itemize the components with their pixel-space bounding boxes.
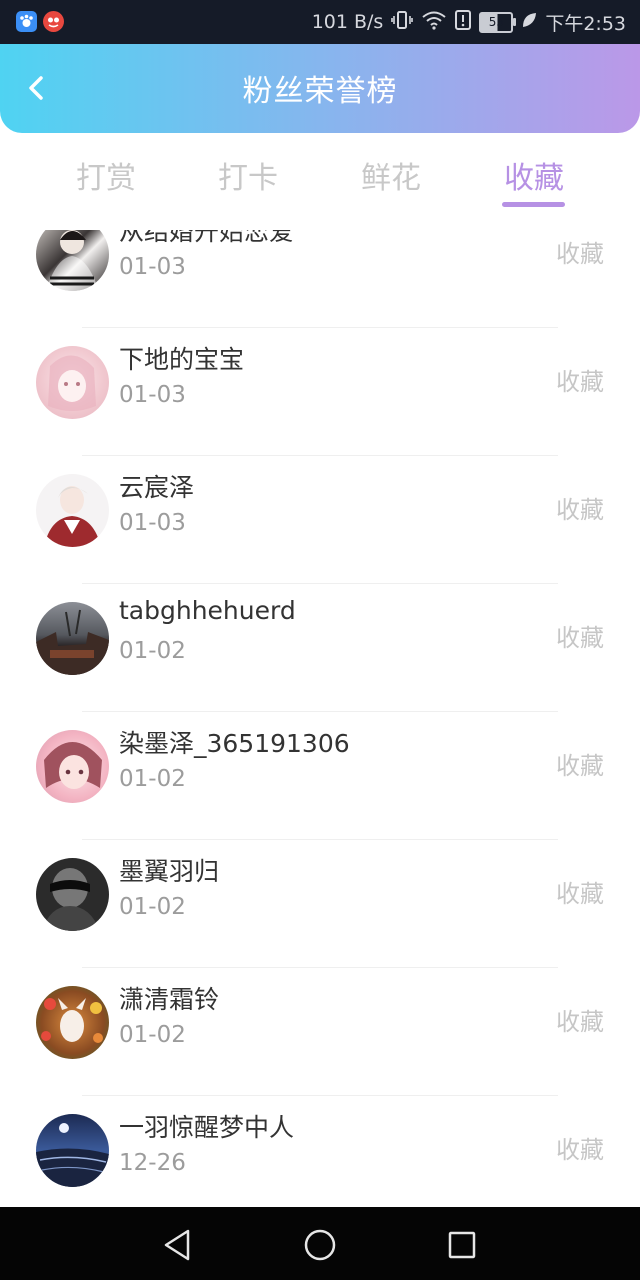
list-item[interactable]: 一羽惊醒梦中人 12-26 收藏	[0, 1096, 640, 1207]
back-icon	[164, 1229, 190, 1261]
fan-list: 从结婚开始恋爱 01-03 收藏 下地的宝宝 01-03 收藏 云宸泽 01-0…	[0, 230, 640, 1207]
list-item[interactable]: 下地的宝宝 01-03 收藏	[0, 328, 640, 456]
recents-icon	[448, 1231, 476, 1259]
avatar	[36, 230, 109, 291]
avatar	[36, 474, 109, 547]
wifi-icon	[421, 10, 447, 35]
action-tag: 收藏	[556, 1008, 604, 1036]
network-speed: 101 B/s	[311, 11, 384, 33]
fan-date: 12-26	[119, 1150, 186, 1176]
nav-home-button[interactable]	[300, 1225, 340, 1265]
action-tag: 收藏	[556, 752, 604, 780]
list-item[interactable]: 云宸泽 01-03 收藏	[0, 456, 640, 584]
fan-name: 云宸泽	[119, 473, 195, 502]
alert-icon	[455, 9, 472, 35]
fan-name: tabghhehuerd	[119, 596, 296, 625]
fan-date: 01-03	[119, 382, 186, 408]
action-tag: 收藏	[556, 496, 604, 524]
fan-date: 01-03	[119, 254, 186, 280]
fan-date: 01-02	[119, 1022, 186, 1048]
vibrate-icon	[391, 10, 414, 35]
battery-icon: 55	[479, 11, 517, 33]
tab-checkin[interactable]: 打卡	[188, 153, 308, 197]
action-tag: 收藏	[556, 240, 604, 268]
fan-name: 从结婚开始恋爱	[119, 230, 295, 246]
tab-reward[interactable]: 打赏	[46, 153, 166, 197]
action-tag: 收藏	[556, 1136, 604, 1164]
avatar	[36, 730, 109, 803]
tab-favorites[interactable]: 收藏	[474, 153, 594, 197]
avatar	[36, 602, 109, 675]
clock: 下午2:53	[545, 12, 626, 35]
status-right: 101 B/s 55 下午2:53	[312, 0, 626, 44]
fan-name: 染墨泽_365191306	[119, 729, 350, 758]
nav-back-button[interactable]	[158, 1225, 198, 1265]
fan-date: 01-03	[119, 510, 186, 536]
page-title: 粉丝荣誉榜	[242, 74, 398, 109]
fan-name: 下地的宝宝	[119, 345, 245, 374]
list-item[interactable]: 染墨泽_365191306 01-02 收藏	[0, 712, 640, 840]
baidu-icon	[16, 11, 37, 32]
leaf-icon	[521, 11, 537, 34]
fan-name: 潇清霜铃	[119, 985, 220, 1014]
app-icon	[43, 11, 64, 32]
avatar	[36, 346, 109, 419]
action-tag: 收藏	[556, 368, 604, 396]
action-tag: 收藏	[556, 624, 604, 652]
fan-name: 墨翼羽归	[119, 857, 220, 886]
fan-date: 01-02	[119, 638, 186, 664]
list-item[interactable]: 墨翼羽归 01-02 收藏	[0, 840, 640, 968]
status-bar: 101 B/s 55 下午2:53	[0, 0, 640, 44]
active-tab-indicator	[502, 202, 565, 207]
app-header: 粉丝荣誉榜	[0, 44, 640, 133]
avatar	[36, 858, 109, 931]
avatar	[36, 986, 109, 1059]
list-item[interactable]: tabghhehuerd 01-02 收藏	[0, 584, 640, 712]
system-nav-bar	[0, 1207, 640, 1280]
action-tag: 收藏	[556, 880, 604, 908]
list-item[interactable]: 从结婚开始恋爱 01-03 收藏	[0, 230, 640, 328]
avatar	[36, 1114, 109, 1187]
home-icon	[304, 1229, 336, 1261]
fan-date: 01-02	[119, 766, 186, 792]
list-item[interactable]: 潇清霜铃 01-02 收藏	[0, 968, 640, 1096]
status-left-icons	[16, 11, 64, 32]
nav-recents-button[interactable]	[442, 1225, 482, 1265]
fan-name: 一羽惊醒梦中人	[119, 1113, 295, 1142]
tab-flowers[interactable]: 鲜花	[331, 153, 451, 197]
fan-date: 01-02	[119, 894, 186, 920]
